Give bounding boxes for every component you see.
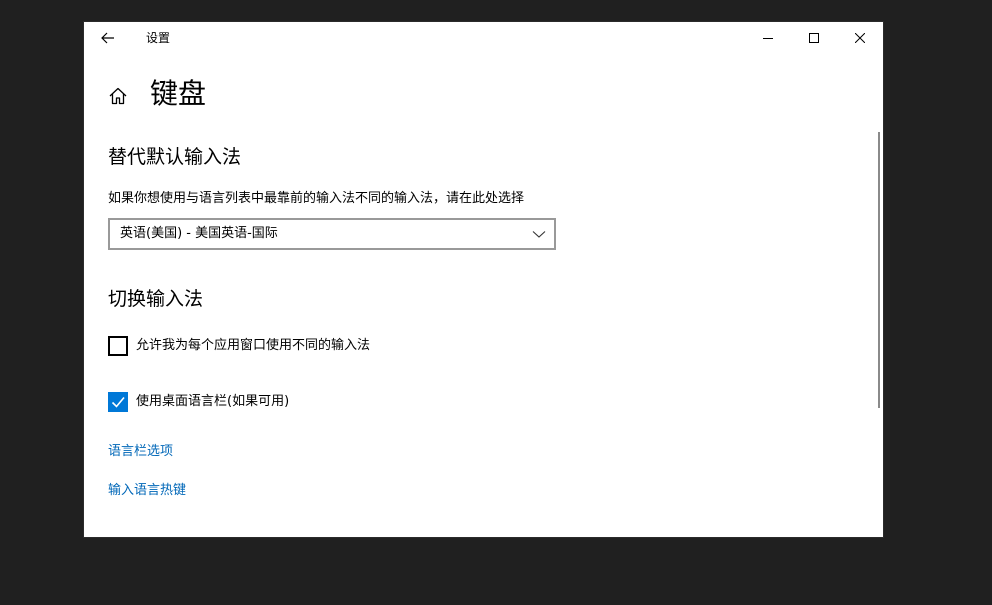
per-app-input-checkbox[interactable] <box>108 336 128 356</box>
minimize-icon <box>763 38 773 39</box>
per-app-input-checkbox-row[interactable]: 允许我为每个应用窗口使用不同的输入法 <box>108 336 370 356</box>
home-icon <box>109 87 127 105</box>
back-button[interactable] <box>92 26 124 50</box>
title-bar: 设置 <box>84 22 883 54</box>
language-bar-options-link[interactable]: 语言栏选项 <box>108 443 173 461</box>
input-method-select[interactable]: 英语(美国) - 美国英语-国际 <box>108 218 556 250</box>
maximize-button[interactable] <box>791 22 837 54</box>
switch-section-heading: 切换输入法 <box>108 288 204 310</box>
back-arrow-icon <box>101 32 114 44</box>
override-section-heading: 替代默认输入法 <box>108 146 242 168</box>
input-language-hotkeys-link[interactable]: 输入语言热键 <box>108 482 186 500</box>
maximize-icon <box>809 33 819 43</box>
window-title: 设置 <box>146 31 171 45</box>
close-button[interactable] <box>837 22 883 54</box>
checkmark-icon <box>111 396 125 408</box>
desktop: 设置 键盘 替代默认输入法 如果你想使用与语言列表中最靠前的输入法不同的输入法，… <box>0 0 992 605</box>
page-title: 键盘 <box>150 77 207 110</box>
desktop-language-bar-checkbox-row[interactable]: 使用桌面语言栏(如果可用) <box>108 392 289 412</box>
settings-window: 设置 键盘 替代默认输入法 如果你想使用与语言列表中最靠前的输入法不同的输入法，… <box>84 22 883 537</box>
close-icon <box>855 33 865 43</box>
override-description: 如果你想使用与语言列表中最靠前的输入法不同的输入法，请在此处选择 <box>108 191 525 206</box>
desktop-language-bar-label: 使用桌面语言栏(如果可用) <box>136 394 290 409</box>
scrollbar[interactable] <box>878 132 880 408</box>
desktop-language-bar-checkbox[interactable] <box>108 392 128 412</box>
home-button[interactable] <box>106 84 130 108</box>
minimize-button[interactable] <box>745 22 791 54</box>
per-app-input-label: 允许我为每个应用窗口使用不同的输入法 <box>136 338 371 353</box>
chevron-down-icon <box>532 231 546 238</box>
input-method-select-value: 英语(美国) - 美国英语-国际 <box>120 226 278 241</box>
